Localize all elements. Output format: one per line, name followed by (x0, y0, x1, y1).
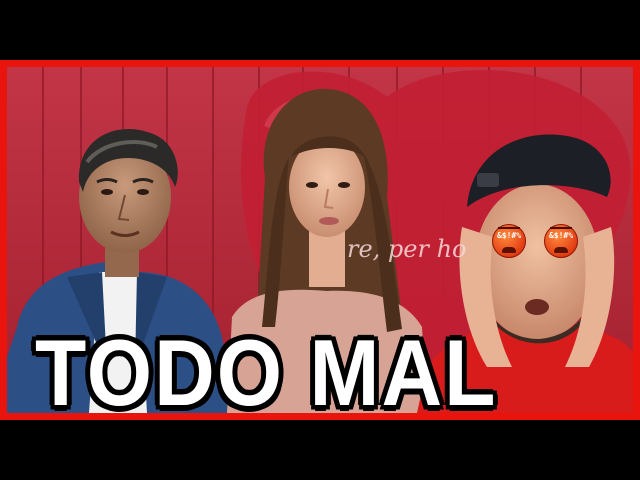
emoji-censor-label: &$!#% (548, 231, 574, 240)
emoji-mouth (502, 247, 516, 253)
headline-text: TODO MAL (35, 320, 498, 420)
angry-face-icon: &$!#% (544, 224, 578, 258)
watermark-text: re, per ho (347, 235, 467, 263)
woman-eye-left (306, 182, 318, 188)
emoji-mouth (554, 247, 568, 253)
emoji-censor-label: &$!#% (496, 231, 522, 240)
woman-mouth (319, 217, 339, 225)
thumbnail-frame: re, per ho &$!#% &$!#% TODO MAL (0, 60, 640, 420)
man-eye-right (137, 189, 149, 195)
letterbox-top (0, 0, 640, 60)
angry-face-icon: &$!#% (492, 224, 526, 258)
cap-man-cap-strap (477, 173, 499, 187)
man-eye-left (101, 189, 113, 195)
cap-man-mouth (525, 299, 549, 315)
woman-eye-right (338, 182, 350, 188)
letterbox-bottom (0, 420, 640, 480)
